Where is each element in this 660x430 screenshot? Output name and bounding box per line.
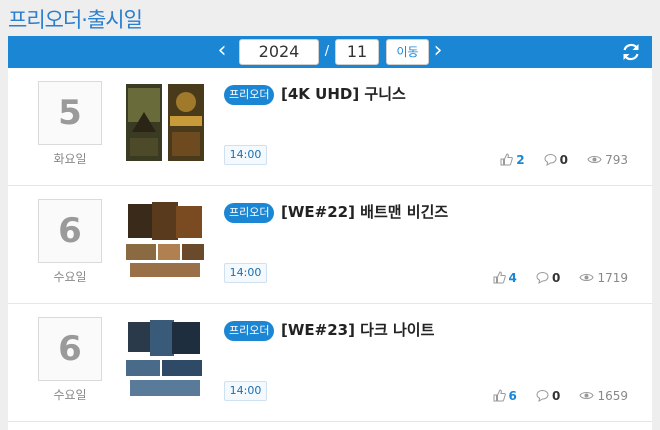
item-title[interactable]: [4K UHD] 구니스 (281, 83, 406, 104)
comment-icon (536, 389, 549, 402)
refresh-icon[interactable] (620, 41, 642, 63)
like-count[interactable]: 4 (493, 271, 517, 285)
item-title[interactable]: [WE#23] 다크 나이트 (281, 319, 434, 340)
day-number: 6 (38, 317, 102, 381)
month-input[interactable]: 11 (335, 39, 379, 65)
page-title: 프리오더·출시일 (8, 8, 143, 32)
comment-icon (536, 271, 549, 284)
release-list: 5 화요일 프리오더 [4K UHD] 구니스 14:00 2 0 793 6 … (8, 68, 652, 430)
chevron-left-icon[interactable]: ‹ (210, 38, 234, 66)
chevron-right-icon[interactable]: › (426, 38, 450, 66)
product-thumbnail[interactable] (124, 82, 206, 162)
eye-icon (587, 155, 602, 163)
view-number: 1719 (597, 270, 628, 285)
day-number: 6 (38, 199, 102, 263)
preorder-badge: 프리오더 (224, 85, 275, 105)
comment-count: 0 (536, 271, 560, 285)
product-thumbnail[interactable] (124, 318, 206, 398)
item-stats: 4 0 1719 (479, 267, 628, 285)
date-separator: / (324, 44, 330, 59)
release-time: 14:00 (224, 145, 267, 165)
thumbs-up-icon (493, 270, 506, 283)
item-title[interactable]: [WE#22] 배트맨 비긴즈 (281, 201, 448, 222)
like-number: 4 (508, 270, 517, 285)
thumbs-up-icon (500, 152, 514, 165)
view-number: 1659 (597, 388, 628, 403)
comment-count: 0 (536, 389, 560, 403)
comment-number: 0 (552, 270, 561, 285)
like-count[interactable]: 2 (500, 152, 525, 167)
weekday-label: 수요일 (53, 388, 87, 402)
item-stats: 6 0 1659 (479, 385, 628, 403)
release-time: 14:00 (224, 263, 267, 283)
like-number: 6 (508, 388, 517, 403)
comment-number: 0 (559, 152, 568, 167)
list-item[interactable]: 6 수요일 프리오더 [WE#22] 배트맨 비긴즈 14:00 4 0 171… (8, 186, 652, 304)
view-count: 793 (587, 153, 628, 167)
eye-icon (579, 273, 595, 281)
weekday-label: 화요일 (53, 152, 87, 166)
comment-icon (544, 153, 557, 166)
day-number: 5 (38, 81, 102, 145)
item-stats: 2 0 793 (486, 149, 628, 167)
product-thumbnail[interactable] (124, 200, 206, 280)
list-item[interactable]: 6 수요일 프리오더 [WE#23] 다크 나이트 14:00 6 0 1659 (8, 304, 652, 422)
eye-icon (579, 391, 595, 399)
thumbs-up-icon (493, 388, 506, 401)
release-time: 14:00 (224, 381, 267, 401)
date-navigation-bar: ‹ 2024 / 11 이동 › (8, 36, 652, 68)
year-input[interactable]: 2024 (239, 39, 319, 65)
comment-count: 0 (544, 153, 568, 167)
preorder-badge: 프리오더 (224, 203, 275, 223)
preorder-badge: 프리오더 (224, 321, 275, 341)
comment-number: 0 (552, 388, 561, 403)
view-number: 793 (605, 152, 628, 167)
weekday-label: 수요일 (53, 270, 87, 284)
list-item[interactable]: 5 화요일 프리오더 [4K UHD] 구니스 14:00 2 0 793 (8, 68, 652, 186)
view-count: 1719 (579, 271, 628, 285)
like-count[interactable]: 6 (493, 389, 517, 403)
like-number: 2 (516, 152, 525, 167)
view-count: 1659 (579, 389, 628, 403)
go-button[interactable]: 이동 (386, 39, 429, 65)
